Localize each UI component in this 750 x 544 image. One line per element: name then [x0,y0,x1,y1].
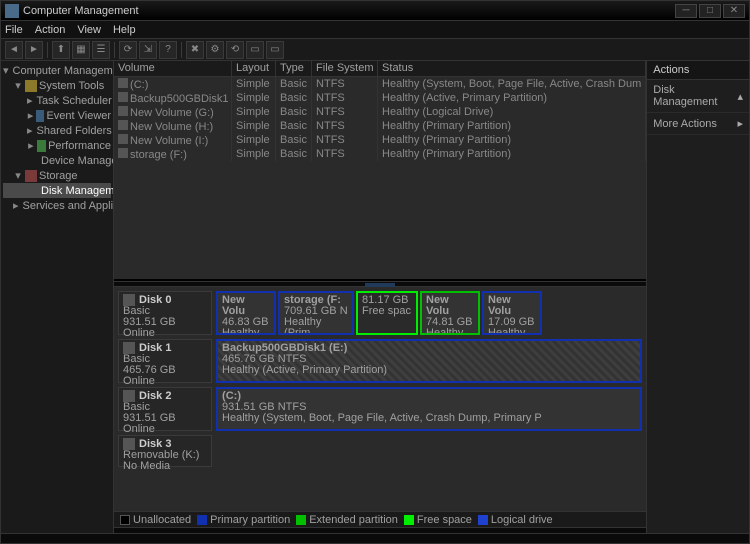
perf-icon [37,140,46,152]
partition[interactable]: New Volu17.09 GBHealthy (P [482,291,542,335]
partition[interactable]: New Volu74.81 GBHealthy (L [420,291,480,335]
view-top-button[interactable]: ▭ [246,41,264,59]
tree-shared-folders[interactable]: ▸Shared Folders [3,123,111,138]
main-content: Volume Layout Type File System Status (C… [114,61,646,533]
disk-row[interactable]: Disk 2Basic931.51 GBOnline(C:)931.51 GB … [118,387,642,431]
export-button[interactable]: ⇲ [139,41,157,59]
actions-pane: Actions Disk Management▴ More Actions▸ [646,61,749,533]
tree-task-scheduler[interactable]: ▸Task Scheduler [3,93,111,108]
swatch-free-icon [404,515,414,525]
navigation-tree[interactable]: ▾Computer Management (Loc ▾System Tools … [1,61,114,533]
minimize-button[interactable]: ─ [675,4,697,18]
partition[interactable]: 81.17 GBFree spac [356,291,418,335]
menu-help[interactable]: Help [113,24,136,36]
disk-info[interactable]: Disk 3Removable (K:)No Media [118,435,212,467]
toolbar: ◄ ► ⬆ ▦ ☰ ⟳ ⇲ ? ✖ ⚙ ⟲ ▭ ▭ [1,39,749,61]
actions-more[interactable]: More Actions▸ [647,113,749,135]
event-icon [36,110,44,122]
tree-disk-management[interactable]: Disk Management [3,183,111,198]
splitter[interactable] [114,281,646,287]
tree-system-tools[interactable]: ▾System Tools [3,78,111,93]
partition[interactable]: (C:)931.51 GB NTFSHealthy (System, Boot,… [216,387,642,431]
actions-disk-management[interactable]: Disk Management▴ [647,80,749,113]
partition[interactable]: storage (F:709.61 GB NHealthy (Prim [278,291,354,335]
collapse-icon: ▴ [737,90,743,103]
swatch-primary-icon [197,515,207,525]
menubar: File Action View Help [1,21,749,39]
disk-info[interactable]: Disk 1Basic465.76 GBOnline [118,339,212,383]
titlebar[interactable]: Computer Management ─ □ ✕ [1,1,749,21]
show-hide-tree-button[interactable]: ▦ [72,41,90,59]
col-status[interactable]: Status [378,61,646,76]
storage-icon [25,170,37,182]
disk-graphical-view[interactable]: Disk 0Basic931.51 GBOnlineNew Volu46.83 … [114,287,646,511]
partition[interactable]: New Volu46.83 GBHealthy (A [216,291,276,335]
menu-file[interactable]: File [5,24,23,36]
actions-header: Actions [647,61,749,80]
drive-icon [118,106,128,116]
app-window: Computer Management ─ □ ✕ File Action Vi… [0,0,750,544]
col-type[interactable]: Type [276,61,312,76]
tree-storage[interactable]: ▾Storage [3,168,111,183]
drive-icon [118,78,128,88]
forward-button[interactable]: ► [25,41,43,59]
disk-partitions: New Volu46.83 GBHealthy (Astorage (F:709… [216,291,642,335]
properties-button[interactable]: ☰ [92,41,110,59]
drive-icon [118,148,128,158]
disk-partitions: (C:)931.51 GB NTFSHealthy (System, Boot,… [216,387,642,431]
close-button[interactable]: ✕ [723,4,745,18]
settings-button[interactable]: ⚙ [206,41,224,59]
drive-icon [118,134,128,144]
disk-partitions [216,435,642,467]
delete-button[interactable]: ✖ [186,41,204,59]
partition[interactable]: Backup500GBDisk1 (E:)465.76 GB NTFSHealt… [216,339,642,383]
swatch-unallocated-icon [120,515,130,525]
col-layout[interactable]: Layout [232,61,276,76]
tree-root[interactable]: ▾Computer Management (Loc [3,63,111,78]
drive-icon [118,92,128,102]
volume-row[interactable]: New Volume (H:)SimpleBasicNTFSHealthy (P… [114,119,646,133]
volume-row[interactable]: storage (F:)SimpleBasicNTFSHealthy (Prim… [114,147,646,161]
back-button[interactable]: ◄ [5,41,23,59]
disk-row[interactable]: Disk 3Removable (K:)No Media [118,435,642,467]
help-button[interactable]: ? [159,41,177,59]
maximize-button[interactable]: □ [699,4,721,18]
view-bottom-button[interactable]: ▭ [266,41,284,59]
volume-row[interactable]: New Volume (G:)SimpleBasicNTFSHealthy (L… [114,105,646,119]
tree-performance[interactable]: ▸Performance [3,138,111,153]
col-fs[interactable]: File System [312,61,378,76]
tree-services[interactable]: ▸Services and Applications [3,198,111,213]
drive-icon [118,120,128,130]
statusbar [1,533,749,543]
col-volume[interactable]: Volume [114,61,232,76]
volume-header[interactable]: Volume Layout Type File System Status [114,61,646,77]
disk-partitions: Backup500GBDisk1 (E:)465.76 GB NTFSHealt… [216,339,642,383]
up-button[interactable]: ⬆ [52,41,70,59]
chevron-right-icon: ▸ [737,117,743,130]
volume-row[interactable]: (C:)SimpleBasicNTFSHealthy (System, Boot… [114,77,646,91]
tree-event-viewer[interactable]: ▸Event Viewer [3,108,111,123]
volume-row[interactable]: New Volume (I:)SimpleBasicNTFSHealthy (P… [114,133,646,147]
disk-row[interactable]: Disk 1Basic465.76 GBOnlineBackup500GBDis… [118,339,642,383]
swatch-logical-icon [478,515,488,525]
menu-view[interactable]: View [77,24,101,36]
volume-row[interactable]: Backup500GBDisk1 (E:)SimpleBasicNTFSHeal… [114,91,646,105]
disk-info[interactable]: Disk 0Basic931.51 GBOnline [118,291,212,335]
refresh-button[interactable]: ⟳ [119,41,137,59]
disk-info[interactable]: Disk 2Basic931.51 GBOnline [118,387,212,431]
tree-device-manager[interactable]: Device Manager [3,153,111,168]
tools-icon [25,80,37,92]
disk-row[interactable]: Disk 0Basic931.51 GBOnlineNew Volu46.83 … [118,291,642,335]
swatch-extended-icon [296,515,306,525]
volume-rows[interactable]: (C:)SimpleBasicNTFSHealthy (System, Boot… [114,77,646,279]
volume-list: Volume Layout Type File System Status (C… [114,61,646,281]
app-icon [5,4,19,18]
legend: Unallocated Primary partition Extended p… [114,511,646,527]
menu-action[interactable]: Action [35,24,66,36]
window-title: Computer Management [23,5,139,17]
rescan-button[interactable]: ⟲ [226,41,244,59]
